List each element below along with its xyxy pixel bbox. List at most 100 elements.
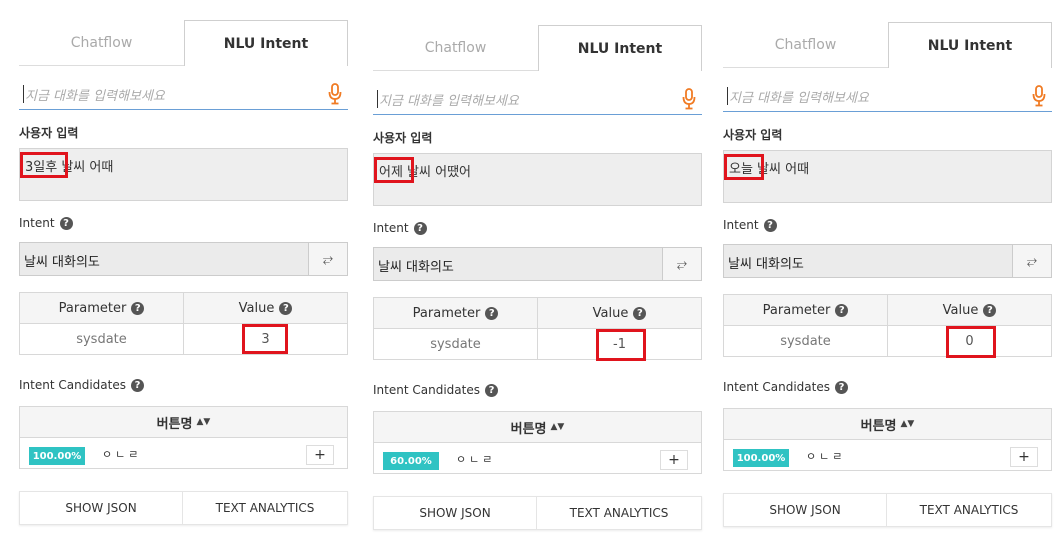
tab-nlu-intent[interactable]: NLU Intent (184, 20, 348, 66)
candidates-table: 버튼명 ▲▼ 100.00% ㅇㄴㄹ + (723, 408, 1052, 471)
help-icon[interactable]: ? (763, 218, 777, 232)
swap-arrows-icon[interactable]: ⥂ (308, 243, 347, 275)
intent-label: Intent (373, 221, 409, 235)
intent-value: 날씨 대화의도 (728, 257, 804, 272)
parameter-header: Parameter? (374, 298, 538, 329)
candidates-label-row: Intent Candidates ? (723, 380, 848, 394)
help-icon[interactable]: ? (484, 383, 498, 397)
tab-chatflow[interactable]: Chatflow (373, 25, 538, 71)
user-input-box: 3일후 날씨 어때 (19, 148, 348, 201)
nlu-panel-3: Chatflow NLU Intent 지금 대화를 입력해보세요 사용자 입력… (723, 22, 1052, 533)
value-header-label: Value (942, 302, 979, 318)
intent-label: Intent (723, 218, 759, 232)
action-bar: SHOW JSON TEXT ANALYTICS (373, 496, 702, 530)
value-header: Value? (888, 295, 1051, 326)
show-json-button[interactable]: SHOW JSON (374, 497, 537, 529)
chat-input-placeholder: 지금 대화를 입력해보세요 (25, 89, 165, 104)
text-analytics-button[interactable]: TEXT ANALYTICS (183, 492, 347, 524)
chat-input-field[interactable]: 지금 대화를 입력해보세요 (373, 83, 702, 115)
text-caret (23, 85, 24, 103)
tab-nlu-intent[interactable]: NLU Intent (888, 22, 1052, 68)
parameter-table: Parameter? Value? sysdate -1 (373, 297, 702, 361)
help-icon[interactable]: ? (130, 378, 144, 392)
parameter-table: Parameter? Value? sysdate 0 (723, 294, 1052, 358)
tab-nlu-intent[interactable]: NLU Intent (538, 25, 702, 71)
text-analytics-button[interactable]: TEXT ANALYTICS (537, 497, 701, 529)
help-icon[interactable]: ? (59, 216, 73, 230)
microphone-icon[interactable] (1032, 85, 1046, 107)
action-bar: SHOW JSON TEXT ANALYTICS (723, 493, 1052, 527)
button-name-label: 버튼명 (156, 416, 193, 432)
help-icon[interactable]: ? (834, 380, 848, 394)
sort-icon[interactable]: ▲▼ (551, 422, 565, 432)
help-icon[interactable]: ? (413, 221, 427, 235)
candidate-name: ㅇㄴㄹ (102, 448, 142, 461)
tab-bar: Chatflow NLU Intent (19, 20, 348, 66)
tab-chatflow[interactable]: Chatflow (723, 22, 888, 68)
button-name-label: 버튼명 (860, 418, 897, 434)
candidates-label: Intent Candidates (373, 383, 480, 397)
intent-field: 날씨 대화의도 ⥂ (373, 247, 702, 281)
sort-icon[interactable]: ▲▼ (901, 419, 915, 429)
chat-input-placeholder: 지금 대화를 입력해보세요 (379, 94, 519, 109)
help-icon[interactable]: ? (485, 306, 499, 320)
plus-icon[interactable]: + (660, 450, 688, 470)
candidates-label: Intent Candidates (723, 380, 830, 394)
user-input-label: 사용자 입력 (723, 128, 783, 142)
highlight-box (20, 152, 68, 178)
highlight-box (242, 324, 288, 354)
user-input-box: 어제 날씨 어땠어 (373, 153, 702, 206)
intent-field: 날씨 대화의도 ⥂ (19, 242, 348, 276)
value-header-label: Value (592, 305, 629, 321)
tab-chatflow[interactable]: Chatflow (19, 20, 184, 66)
parameter-header-label: Parameter (762, 302, 831, 318)
confidence-badge: 100.00% (29, 447, 85, 465)
intent-value: 날씨 대화의도 (24, 255, 100, 270)
tab-bar: Chatflow NLU Intent (723, 22, 1052, 68)
show-json-button[interactable]: SHOW JSON (724, 494, 887, 526)
parameter-header-label: Parameter (58, 300, 127, 316)
button-name-header[interactable]: 버튼명 ▲▼ (20, 407, 347, 438)
button-name-header[interactable]: 버튼명 ▲▼ (724, 409, 1051, 440)
tab-bar: Chatflow NLU Intent (373, 25, 702, 71)
chat-input-placeholder: 지금 대화를 입력해보세요 (729, 91, 869, 106)
swap-arrows-icon[interactable]: ⥂ (1012, 245, 1051, 277)
highlight-box (946, 326, 996, 358)
swap-arrows-icon[interactable]: ⥂ (662, 248, 701, 280)
parameter-key: sysdate (724, 326, 888, 356)
chat-input-field[interactable]: 지금 대화를 입력해보세요 (19, 78, 348, 110)
parameter-key: sysdate (374, 329, 538, 359)
value-header: Value? (184, 293, 347, 324)
help-icon[interactable]: ? (131, 301, 145, 315)
candidates-label-row: Intent Candidates ? (19, 378, 144, 392)
user-input-label: 사용자 입력 (19, 126, 79, 140)
microphone-icon[interactable] (328, 83, 342, 105)
nlu-panel-2: Chatflow NLU Intent 지금 대화를 입력해보세요 사용자 입력… (373, 25, 702, 533)
value-header-label: Value (238, 300, 275, 316)
plus-icon[interactable]: + (306, 445, 334, 465)
intent-label: Intent (19, 216, 55, 230)
highlight-box (724, 154, 764, 180)
help-icon[interactable]: ? (633, 306, 647, 320)
intent-value: 날씨 대화의도 (378, 260, 454, 275)
text-analytics-button[interactable]: TEXT ANALYTICS (887, 494, 1051, 526)
plus-icon[interactable]: + (1010, 447, 1038, 467)
chat-input-field[interactable]: 지금 대화를 입력해보세요 (723, 80, 1052, 112)
candidates-label: Intent Candidates (19, 378, 126, 392)
intent-label-row: Intent ? (373, 221, 427, 235)
intent-field: 날씨 대화의도 ⥂ (723, 244, 1052, 278)
button-name-header[interactable]: 버튼명 ▲▼ (374, 412, 701, 443)
show-json-button[interactable]: SHOW JSON (20, 492, 183, 524)
candidates-table: 버튼명 ▲▼ 100.00% ㅇㄴㄹ + (19, 406, 348, 469)
parameter-key: sysdate (20, 324, 184, 354)
help-icon[interactable]: ? (835, 303, 849, 317)
candidate-name: ㅇㄴㄹ (456, 453, 496, 466)
candidates-table: 버튼명 ▲▼ 60.00% ㅇㄴㄹ + (373, 411, 702, 474)
help-icon[interactable]: ? (983, 303, 997, 317)
sort-icon[interactable]: ▲▼ (197, 417, 211, 427)
parameter-header-label: Parameter (412, 305, 481, 321)
help-icon[interactable]: ? (279, 301, 293, 315)
microphone-icon[interactable] (682, 88, 696, 110)
confidence-badge: 60.00% (383, 452, 439, 470)
text-caret (727, 87, 728, 105)
